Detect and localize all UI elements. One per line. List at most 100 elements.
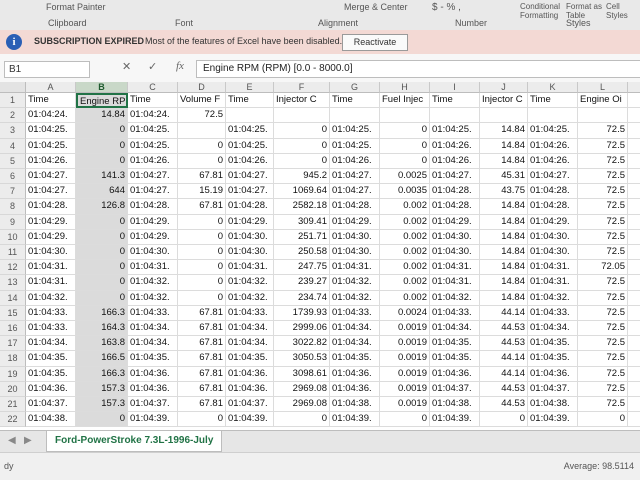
table-cell[interactable]: 0: [76, 275, 128, 291]
table-cell[interactable]: 234.74: [274, 290, 330, 306]
table-cell[interactable]: 01:04:27.: [528, 169, 578, 185]
header-cell[interactable]: Injector C: [274, 93, 330, 109]
table-cell[interactable]: 0: [178, 412, 226, 428]
table-cell[interactable]: 01:04:35.: [26, 351, 76, 367]
column-header-j[interactable]: J: [480, 82, 528, 93]
table-cell[interactable]: 72.5: [578, 169, 628, 185]
table-cell[interactable]: 01:04:30.: [128, 245, 178, 261]
table-cell[interactable]: 01:04:28.: [128, 199, 178, 215]
formula-input[interactable]: Engine RPM (RPM) [0.0 - 8000.0]: [196, 60, 640, 78]
table-cell[interactable]: 0: [274, 412, 330, 428]
table-cell[interactable]: 01:04:25.: [430, 123, 480, 139]
table-cell[interactable]: 251.71: [274, 229, 330, 245]
table-cell[interactable]: 01:04:38.: [528, 397, 578, 413]
table-cell[interactable]: 0: [274, 138, 330, 154]
table-cell[interactable]: 0: [178, 229, 226, 245]
table-cell[interactable]: 01:04:26.: [26, 153, 76, 169]
table-cell[interactable]: 01:04:33.: [26, 321, 76, 337]
table-cell[interactable]: 01:04:38.: [430, 397, 480, 413]
table-cell[interactable]: 72.5: [578, 199, 628, 215]
table-cell[interactable]: 43.75: [480, 184, 528, 200]
column-header-c[interactable]: C: [128, 82, 178, 93]
table-cell[interactable]: 01:04:35.: [528, 351, 578, 367]
table-cell[interactable]: 2999.06: [274, 321, 330, 337]
table-cell[interactable]: 01:04:35.: [528, 336, 578, 352]
table-cell[interactable]: 01:04:39.: [128, 412, 178, 428]
table-cell[interactable]: 72.5: [578, 138, 628, 154]
table-cell[interactable]: 01:04:25.: [528, 123, 578, 139]
row-header[interactable]: 4: [0, 138, 26, 154]
table-cell[interactable]: 01:04:33.: [330, 305, 380, 321]
table-cell[interactable]: 945.2: [274, 169, 330, 185]
row-header[interactable]: 6: [0, 169, 26, 185]
table-cell[interactable]: 67.81: [178, 169, 226, 185]
table-cell[interactable]: 0: [178, 138, 226, 154]
table-cell[interactable]: 14.84: [480, 275, 528, 291]
table-cell[interactable]: 01:04:32.: [26, 290, 76, 306]
table-cell[interactable]: 0: [380, 123, 430, 139]
table-cell[interactable]: 01:04:25.: [26, 138, 76, 154]
table-cell[interactable]: 72.5: [578, 290, 628, 306]
table-cell[interactable]: 01:04:36.: [128, 381, 178, 397]
table-cell[interactable]: 0.0019: [380, 366, 430, 382]
insert-function-icon[interactable]: fx: [176, 60, 184, 72]
table-cell[interactable]: 01:04:32.: [128, 275, 178, 291]
table-cell[interactable]: 01:04:25.: [128, 138, 178, 154]
column-header-b[interactable]: B: [76, 82, 128, 93]
table-cell[interactable]: 72.5: [578, 366, 628, 382]
table-cell[interactable]: 01:04:27.: [226, 169, 274, 185]
table-cell[interactable]: [274, 108, 330, 124]
table-cell[interactable]: 67.81: [178, 199, 226, 215]
table-cell[interactable]: 0.0024: [380, 305, 430, 321]
table-cell[interactable]: 0.002: [380, 214, 430, 230]
header-cell[interactable]: Injector C: [480, 93, 528, 109]
table-cell[interactable]: 01:04:26.: [528, 153, 578, 169]
table-cell[interactable]: 01:04:29.: [330, 214, 380, 230]
table-cell[interactable]: 0.0019: [380, 351, 430, 367]
table-cell[interactable]: 01:04:27.: [330, 184, 380, 200]
row-header[interactable]: 11: [0, 245, 26, 261]
table-cell[interactable]: 0.0019: [380, 397, 430, 413]
table-cell[interactable]: [226, 108, 274, 124]
table-cell[interactable]: 01:04:26.: [430, 153, 480, 169]
table-cell[interactable]: 01:04:39.: [528, 412, 578, 428]
column-header-e[interactable]: E: [226, 82, 274, 93]
row-header[interactable]: 8: [0, 199, 26, 215]
table-cell[interactable]: 01:04:26.: [330, 153, 380, 169]
table-cell[interactable]: 01:04:27.: [128, 169, 178, 185]
table-cell[interactable]: 166.3: [76, 305, 128, 321]
header-cell[interactable]: Time: [430, 93, 480, 109]
table-cell[interactable]: [330, 108, 380, 124]
header-cell[interactable]: Volume F: [178, 93, 226, 109]
table-cell[interactable]: 72.5: [578, 397, 628, 413]
spreadsheet-grid[interactable]: ABCDEFGHIJKLM1TimeEngine RPTimeVolume FT…: [0, 82, 640, 430]
table-cell[interactable]: [528, 108, 578, 124]
number-format-buttons[interactable]: $ - % ,: [432, 2, 461, 13]
table-cell[interactable]: 01:04:35.: [226, 351, 274, 367]
row-header[interactable]: 5: [0, 153, 26, 169]
header-cell[interactable]: Time: [128, 93, 178, 109]
column-header-l[interactable]: L: [578, 82, 628, 93]
table-cell[interactable]: [628, 367, 640, 382]
table-cell[interactable]: 01:04:35.: [430, 336, 480, 352]
table-cell[interactable]: 01:04:31.: [26, 275, 76, 291]
table-cell[interactable]: 01:04:28.: [430, 199, 480, 215]
table-cell[interactable]: 0: [578, 412, 628, 428]
table-cell[interactable]: 01:04:34.: [330, 336, 380, 352]
table-cell[interactable]: 01:04:36.: [128, 366, 178, 382]
table-cell[interactable]: 14.84: [480, 123, 528, 139]
table-cell[interactable]: 0: [178, 214, 226, 230]
table-cell[interactable]: 72.5: [578, 336, 628, 352]
table-cell[interactable]: 45.31: [480, 169, 528, 185]
table-cell[interactable]: 15.19: [178, 184, 226, 200]
table-cell[interactable]: 2582.18: [274, 199, 330, 215]
table-cell[interactable]: 0: [76, 412, 128, 428]
table-cell[interactable]: 01:04:25.: [330, 138, 380, 154]
table-cell[interactable]: [480, 108, 528, 124]
table-cell[interactable]: 01:04:35.: [430, 351, 480, 367]
table-cell[interactable]: 0: [76, 123, 128, 139]
table-cell[interactable]: 01:04:24.: [26, 108, 76, 124]
table-cell[interactable]: 01:04:30.: [226, 229, 274, 245]
sheet-tab-active[interactable]: Ford-PowerStroke 7.3L-1996-July: [46, 431, 223, 452]
table-cell[interactable]: 0.002: [380, 199, 430, 215]
